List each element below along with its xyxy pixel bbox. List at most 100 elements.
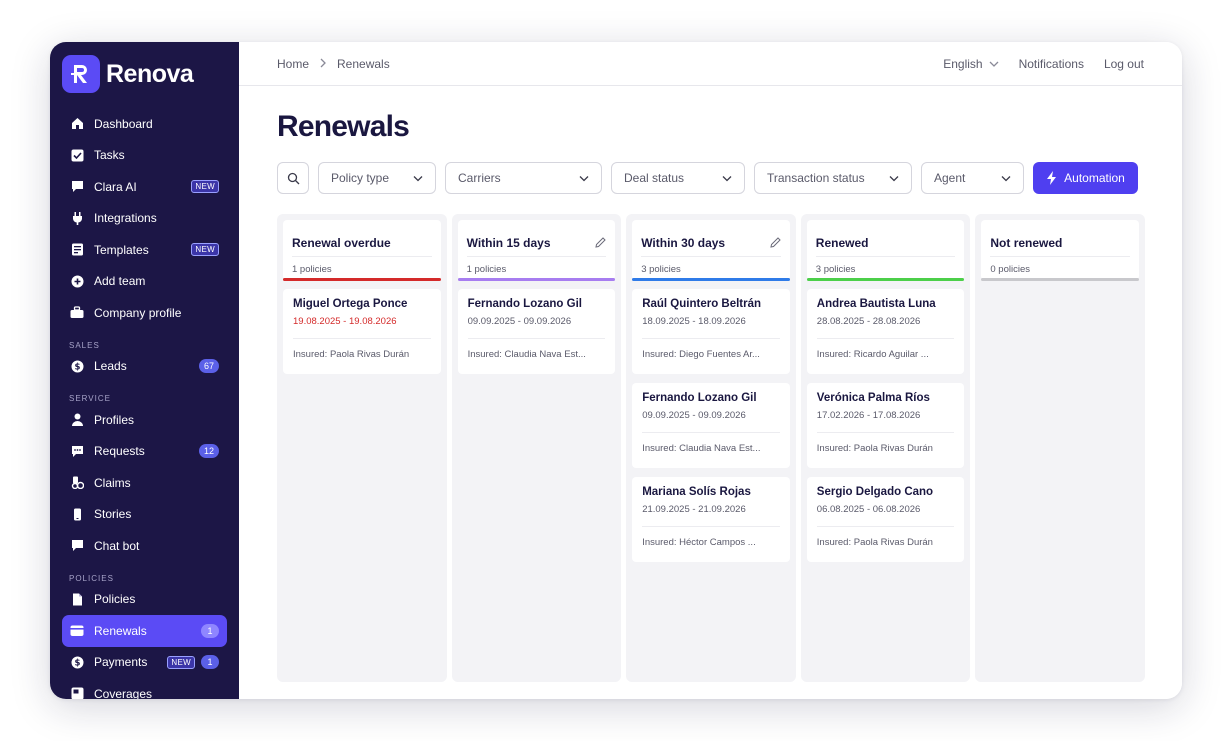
policy-card[interactable]: Raúl Quintero Beltrán 18.09.2025 - 18.09.… <box>632 289 790 374</box>
sidebar-item-label: Company profile <box>94 305 182 320</box>
brand-name: Renova <box>106 59 194 88</box>
policy-dates: 09.09.2025 - 09.09.2026 <box>467 316 606 339</box>
wallet-icon <box>70 624 84 638</box>
automation-button[interactable]: Automation <box>1033 162 1138 194</box>
count-badge: 12 <box>198 444 219 459</box>
column-within-30-days: Within 30 days 3 policies Raúl Quintero Be… <box>626 214 796 682</box>
search-button[interactable] <box>277 162 309 194</box>
insured-name: Insured: Paola Rivas Durán <box>816 443 933 454</box>
automation-label: Automation <box>1064 171 1125 185</box>
column-title: Within 30 days <box>641 220 781 257</box>
message-icon <box>70 444 84 458</box>
sidebar-item-profiles[interactable]: Profiles <box>62 404 227 436</box>
template-icon <box>70 243 84 257</box>
policy-card[interactable]: Sergio Delgado Cano 06.08.2025 - 06.08.20… <box>806 477 965 562</box>
column-header: Not renewed 0 policies <box>981 220 1139 281</box>
chevron-down-icon <box>1001 171 1011 185</box>
kanban-board: Renewal overdue 1 policies Miguel Ortega P… <box>277 214 1145 682</box>
column-renewal-overdue: Renewal overdue 1 policies Miguel Ortega P… <box>277 214 447 682</box>
sidebar-item-label: Clara AI <box>94 179 137 194</box>
language-label: English <box>943 56 983 71</box>
phone-icon <box>70 507 84 521</box>
plus-circle-icon <box>70 274 84 288</box>
chevron-down-icon <box>989 57 999 71</box>
policy-dates: 06.08.2025 - 06.08.2026 <box>816 504 955 527</box>
new-badge: NEW <box>191 180 219 194</box>
sidebar-item-company-profile[interactable]: Company profile <box>62 297 227 329</box>
home-icon <box>70 117 84 131</box>
policy-card[interactable]: Miguel Ortega Ponce 19.08.2025 - 19.08.20… <box>283 289 441 374</box>
policy-card[interactable]: Andrea Bautista Luna 28.08.2025 - 28.08.2… <box>806 289 965 374</box>
sidebar-item-stories[interactable]: Stories <box>62 499 227 531</box>
column-count: 0 policies <box>990 264 1030 275</box>
filter-label: Agent <box>934 171 966 185</box>
pencil-icon[interactable] <box>595 235 606 253</box>
sidebar-item-templates[interactable]: Templates NEW <box>62 234 227 266</box>
sidebar-item-dashboard[interactable]: Dashboard <box>62 108 227 140</box>
dollar-icon: $ <box>70 359 84 373</box>
sidebar-item-leads[interactable]: $ Leads 67 <box>62 351 227 383</box>
sidebar-item-label: Renewals <box>94 623 147 638</box>
column-not-renewed: Not renewed 0 policies <box>975 214 1145 682</box>
column-header: Within 30 days 3 policies <box>632 220 790 281</box>
policy-dates: 18.09.2025 - 18.09.2026 <box>642 316 780 339</box>
language-select[interactable]: English <box>943 56 999 71</box>
sidebar-item-label: Payments <box>94 655 148 670</box>
logout-link[interactable]: Log out <box>1104 57 1144 71</box>
sidebar-item-policies[interactable]: Policies <box>62 584 227 616</box>
sidebar-item-chat-bot[interactable]: Chat bot <box>62 530 227 562</box>
column-title: Within 15 days <box>466 220 607 257</box>
filter-agent[interactable]: Agent <box>921 162 1024 194</box>
insured-name: Insured: Paola Rivas Durán <box>293 349 410 360</box>
sidebar-item-add-team[interactable]: Add team <box>62 266 227 298</box>
sidebar-item-clara-ai[interactable]: Clara AI NEW <box>62 171 227 203</box>
policy-holder-name: Miguel Ortega Ponce <box>293 298 408 310</box>
brand[interactable]: Renova <box>50 42 239 106</box>
policy-holder-name: Sergio Delgado Cano <box>816 486 934 498</box>
count-badge: 67 <box>198 359 219 374</box>
policy-holder-name: Fernando Lozano Gil <box>467 298 582 310</box>
column-within-15-days: Within 15 days 1 policies Fernando Lozano … <box>451 214 622 682</box>
breadcrumb-home[interactable]: Home <box>277 57 309 71</box>
filter-label: Policy type <box>331 171 390 185</box>
policy-card[interactable]: Fernando Lozano Gil 09.09.2025 - 09.09.20… <box>632 383 790 468</box>
column-count: 1 policies <box>466 264 507 275</box>
chevron-down-icon <box>579 171 589 185</box>
filter-label: Carriers <box>458 171 501 185</box>
filter-policy-type[interactable]: Policy type <box>318 162 436 194</box>
sidebar-item-tasks[interactable]: Tasks <box>62 140 227 172</box>
notifications-link[interactable]: Notifications <box>1019 57 1084 71</box>
sidebar-item-label: Leads <box>94 359 127 374</box>
sidebar-item-integrations[interactable]: Integrations <box>62 203 227 235</box>
filter-carriers[interactable]: Carriers <box>445 162 602 194</box>
page-title: Renewals <box>277 110 410 143</box>
policy-card[interactable]: Mariana Solís Rojas 21.09.2025 - 21.09.20… <box>632 477 790 562</box>
sidebar-item-coverages[interactable]: Coverages <box>62 678 227 699</box>
column-color-bar <box>283 278 441 281</box>
count-badge: 1 <box>201 623 219 638</box>
sidebar-item-label: Policies <box>94 592 136 607</box>
sidebar-item-label: Coverages <box>94 686 153 699</box>
sidebar-item-renewals[interactable]: Renewals 1 <box>62 615 227 647</box>
policy-dates: 09.09.2025 - 09.09.2026 <box>642 410 780 433</box>
lightning-icon <box>1047 171 1057 185</box>
filter-deal-status[interactable]: Deal status <box>611 162 745 194</box>
chevron-down-icon <box>889 171 899 185</box>
sidebar-item-requests[interactable]: Requests 12 <box>62 436 227 468</box>
breadcrumb: Home Renewals <box>277 57 943 71</box>
policy-holder-name: Mariana Solís Rojas <box>642 486 751 498</box>
sidebar-item-payments[interactable]: $ Payments NEW 1 <box>62 647 227 679</box>
topbar: Home Renewals English Notifications Log … <box>239 42 1182 86</box>
policy-card[interactable]: Verónica Palma Ríos 17.02.2026 - 17.08.20… <box>806 383 965 468</box>
pencil-icon[interactable] <box>770 235 781 253</box>
dollar-icon: $ <box>70 655 84 669</box>
filter-transaction-status[interactable]: Transaction status <box>754 162 912 194</box>
sidebar-item-label: Chat bot <box>94 538 140 553</box>
policy-card[interactable]: Fernando Lozano Gil 09.09.2025 - 09.09.20… <box>457 289 616 374</box>
insured-name: Insured: Diego Fuentes Ar... <box>642 349 760 360</box>
column-header: Within 15 days 1 policies <box>457 220 616 281</box>
sidebar-item-label: Add team <box>94 274 146 289</box>
new-badge: NEW <box>167 655 195 669</box>
policy-holder-name: Andrea Bautista Luna <box>816 298 936 310</box>
sidebar-item-claims[interactable]: Claims <box>62 467 227 499</box>
